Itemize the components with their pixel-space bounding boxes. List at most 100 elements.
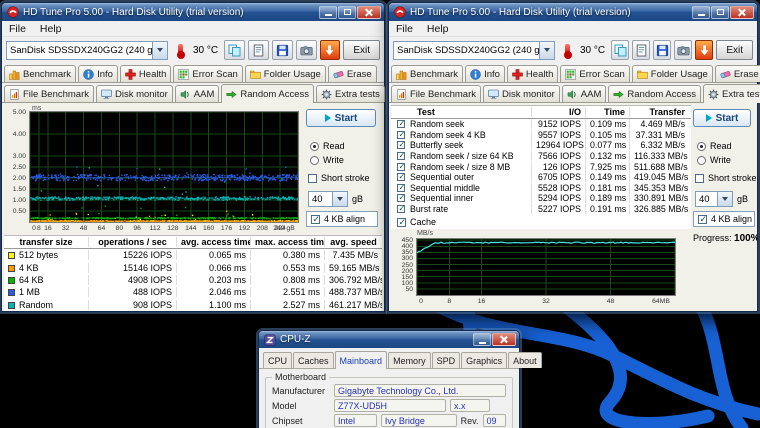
tab-info[interactable]: Info [78,65,118,82]
tab-mainboard[interactable]: Mainboard [335,351,388,369]
diskmon-icon [101,89,112,100]
menu-help[interactable]: Help [427,23,449,35]
tab-label: Folder Usage [264,69,321,80]
exit-button[interactable]: Exit [716,40,753,60]
drive-select[interactable]: SanDisk SDSSDX240GG2 (240 gB) [393,41,555,60]
kb-align-checkbox[interactable]: 4 KB align [306,211,378,227]
short-stroke-checkbox[interactable]: Short stroke [695,173,757,183]
capture-button[interactable] [320,40,341,60]
transfer-rate-plot [417,239,675,295]
test-row[interactable]: Sequential outer6705 IOPS0.149 ms419.045… [391,172,691,183]
hdtune-window-left[interactable]: HD Tune Pro 5.00 - Hard Disk Utility (tr… [1,2,385,312]
menu-file[interactable]: File [396,23,413,35]
tab-about[interactable]: About [508,352,542,368]
tab-disk-monitor[interactable]: Disk monitor [483,85,560,102]
tab-random-access[interactable]: Random Access [221,84,314,103]
test-row[interactable]: Random seek 4 KB9557 IOPS0.105 ms37.331 … [391,130,691,141]
save-image-button[interactable] [674,40,692,60]
size-unit-label: gB [737,194,748,204]
tab-info[interactable]: Info [465,65,505,82]
menu-help[interactable]: Help [40,23,62,35]
tab-health[interactable]: Health [507,65,558,82]
test-checkbox[interactable] [397,141,405,149]
test-checkbox[interactable] [397,152,405,160]
close-button[interactable] [730,6,754,19]
test-checkbox[interactable] [397,163,405,171]
tab-health[interactable]: Health [120,65,171,82]
test-row[interactable]: Butterfly seek12964 IOPS0.077 ms6.332 MB… [391,140,691,151]
write-radio[interactable]: Write [697,155,731,165]
test-name: Sequential middle [410,183,531,193]
drive-select[interactable]: SanDisk SDSSDX240GG2 (240 gB) [6,41,168,60]
read-radio[interactable]: Read [310,141,345,151]
close-button[interactable] [492,333,516,346]
tab-erase[interactable]: Erase [715,65,760,82]
titlebar[interactable]: CPU-Z [259,331,519,348]
test-row[interactable]: Random seek / size 64 KB7566 IOPS0.132 m… [391,151,691,162]
test-row[interactable]: Random seek9152 IOPS0.109 ms4.469 MB/s [391,119,691,130]
tab-memory[interactable]: Memory [388,352,431,368]
tab-benchmark[interactable]: Benchmark [4,65,76,82]
tab-extra-tests[interactable]: Extra tests [703,84,760,103]
test-row[interactable]: Random seek / size 8 MB126 IOPS7.925 ms5… [391,161,691,172]
maximize-button[interactable] [711,6,729,19]
tab-aam[interactable]: AAM [562,85,607,102]
tab-extra-tests[interactable]: Extra tests [316,85,385,102]
tab-caches[interactable]: Caches [293,352,334,368]
test-checkbox[interactable] [397,131,405,139]
tab-erase[interactable]: Erase [328,65,377,82]
tab-folder-usage[interactable]: Folder Usage [245,65,326,82]
save-screenshot-button[interactable] [272,40,293,60]
short-stroke-checkbox[interactable]: Short stroke [308,173,370,183]
tab-folder-usage[interactable]: Folder Usage [632,65,713,82]
tab-aam[interactable]: AAM [175,85,220,102]
test-checkbox[interactable] [397,173,405,181]
titlebar[interactable]: HD Tune Pro 5.00 - Hard Disk Utility (tr… [389,3,757,21]
test-checkbox[interactable] [397,184,405,192]
transfer-size-cell: 64 KB [4,275,88,285]
tab-error-scan[interactable]: Error Scan [173,65,242,82]
maximize-button[interactable] [338,6,356,19]
transfer-cell: 330.891 MB/s [629,193,689,203]
hdtune-window-right[interactable]: HD Tune Pro 5.00 - Hard Disk Utility (tr… [388,2,758,312]
test-checkbox[interactable] [397,194,405,202]
exit-button[interactable]: Exit [343,40,380,60]
size-select[interactable]: 40 [695,191,733,207]
capture-button[interactable] [695,40,713,60]
test-row[interactable]: Sequential middle5528 IOPS0.181 ms345.35… [391,183,691,194]
test-checkbox[interactable] [397,120,405,128]
copy-screenshot-button[interactable] [611,40,629,60]
test-name: Butterfly seek [410,140,531,150]
tab-disk-monitor[interactable]: Disk monitor [96,85,173,102]
tab-random-access[interactable]: Random Access [608,85,701,102]
tab-spd[interactable]: SPD [432,352,461,368]
size-select[interactable]: 40 [308,191,348,207]
test-row[interactable]: Sequential inner5294 IOPS0.189 ms330.891… [391,193,691,204]
tab-file-benchmark[interactable]: File Benchmark [4,85,94,102]
minimize-button[interactable] [319,6,337,19]
titlebar[interactable]: HD Tune Pro 5.00 - Hard Disk Utility (tr… [2,3,384,21]
tab-graphics[interactable]: Graphics [461,352,507,368]
minimize-button[interactable] [692,6,710,19]
start-button[interactable]: Start [306,109,376,127]
kb-align-checkbox[interactable]: 4 KB align [693,211,755,227]
read-radio[interactable]: Read [697,141,732,151]
cache-checkbox[interactable]: Cache [397,217,436,227]
close-button[interactable] [357,6,381,19]
tab-file-benchmark[interactable]: File Benchmark [391,85,481,102]
tab-error-scan[interactable]: Error Scan [560,65,629,82]
test-row[interactable]: Burst rate5227 IOPS0.191 ms326.885 MB/s [391,204,691,215]
menu-file[interactable]: File [9,23,26,35]
tab-benchmark[interactable]: Benchmark [391,65,463,82]
test-checkbox[interactable] [397,205,405,213]
copy-text-button[interactable] [632,40,650,60]
copy-screenshot-button[interactable] [224,40,245,60]
minimize-button[interactable] [473,333,491,346]
start-button[interactable]: Start [693,109,751,127]
copy-text-button[interactable] [248,40,269,60]
save-screenshot-button[interactable] [653,40,671,60]
save-image-button[interactable] [296,40,317,60]
write-radio[interactable]: Write [310,155,344,165]
cpuz-window[interactable]: CPU-Z CPUCachesMainboardMemorySPDGraphic… [258,330,520,428]
tab-cpu[interactable]: CPU [263,352,292,368]
